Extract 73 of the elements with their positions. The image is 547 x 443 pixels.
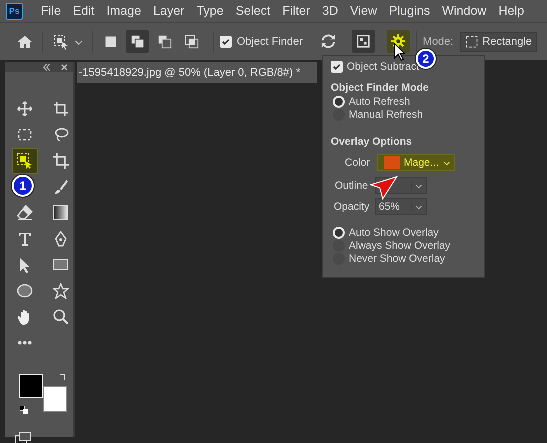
collapse-icon[interactable] [43, 64, 51, 70]
foreground-color-swatch[interactable] [19, 374, 43, 398]
menu-item[interactable]: Select [230, 4, 277, 18]
menu-item[interactable]: Type [190, 4, 230, 18]
checkbox[interactable] [220, 36, 232, 48]
mode-label: Mode: [423, 36, 454, 48]
menu-item[interactable]: File [35, 4, 68, 18]
refresh-icon [321, 34, 336, 49]
rectangle-icon [53, 257, 69, 273]
pen-icon [53, 231, 69, 247]
document-title: -1595418929.jpg @ 50% (Layer 0, RGB/8#) * [79, 66, 301, 78]
crop-icon [53, 153, 69, 169]
marquee-icon [17, 127, 33, 143]
menu-item[interactable]: Edit [67, 4, 101, 18]
opacity-dropdown[interactable]: 65% [375, 198, 427, 215]
eraser-icon [17, 205, 33, 221]
radio-label: Always Show Overlay [349, 240, 451, 252]
lasso-icon [53, 127, 69, 143]
object-select-icon [17, 153, 33, 169]
color-dropdown[interactable]: Mage... [377, 154, 456, 171]
settings-button[interactable] [387, 30, 410, 53]
document-tab[interactable]: -1595418929.jpg @ 50% (Layer 0, RGB/8#) * [77, 62, 317, 83]
gradient-icon [53, 205, 69, 221]
menu-item[interactable]: Image [100, 4, 148, 18]
grid-icon [356, 34, 372, 49]
field-label: Outline [335, 180, 369, 192]
background-color-swatch[interactable] [43, 386, 67, 412]
field-label: Opacity [334, 200, 369, 212]
shape-icon [53, 283, 69, 299]
app-logo: Ps [6, 2, 23, 20]
ellipse-icon [17, 283, 33, 299]
close-icon[interactable] [61, 64, 68, 70]
move-icon [17, 101, 33, 117]
screen-mode-icon[interactable] [15, 432, 33, 443]
selection-mode-icon [158, 34, 172, 48]
radio-label: Auto Show Overlay [349, 226, 439, 238]
tool-button[interactable] [12, 148, 38, 174]
checkbox[interactable] [331, 60, 343, 72]
marquee-icon [464, 34, 479, 48]
section-title: Object Finder Mode [331, 81, 430, 95]
field-label: Color [345, 156, 371, 168]
checkbox-label: Object Subtract [347, 60, 420, 72]
selection-mode-icon [104, 34, 118, 48]
radio-label: Never Show Overlay [349, 252, 446, 264]
step-callout: 1 [12, 175, 34, 197]
swap-icon[interactable] [59, 374, 67, 382]
home-icon [16, 34, 32, 50]
artboard-icon [53, 101, 69, 117]
section-title: Overlay Options [331, 135, 414, 149]
checkbox-label: Object Finder [237, 36, 304, 48]
zoom-icon [53, 309, 69, 325]
menu-item[interactable]: Filter [276, 4, 316, 18]
mode-dropdown[interactable]: Rectangle [460, 32, 538, 52]
default-colors-icon[interactable] [20, 406, 28, 414]
menu-item[interactable]: Plugins [383, 4, 436, 18]
selection-mode-button[interactable] [126, 30, 149, 53]
menu-item[interactable]: 3D [316, 4, 344, 18]
menu-item[interactable]: View [344, 4, 384, 18]
radio-button[interactable] [333, 108, 345, 120]
selection-mode-icon [184, 34, 198, 48]
menu-item[interactable]: Window [436, 4, 493, 18]
show-all-objects-button[interactable] [352, 30, 376, 53]
menu-item[interactable]: Layer [147, 4, 191, 18]
radio-label: Auto Refresh [349, 96, 410, 108]
pointer-arrow-icon [370, 176, 398, 200]
menu-item[interactable]: Help [492, 4, 530, 18]
type-icon [17, 231, 33, 247]
mouse-cursor-icon [394, 43, 406, 61]
selection-tool-icon [52, 34, 68, 50]
radio-button[interactable] [333, 240, 345, 252]
radio-label: Manual Refresh [349, 108, 424, 120]
brush-icon [53, 179, 69, 195]
selection-mode-icon [130, 34, 144, 48]
